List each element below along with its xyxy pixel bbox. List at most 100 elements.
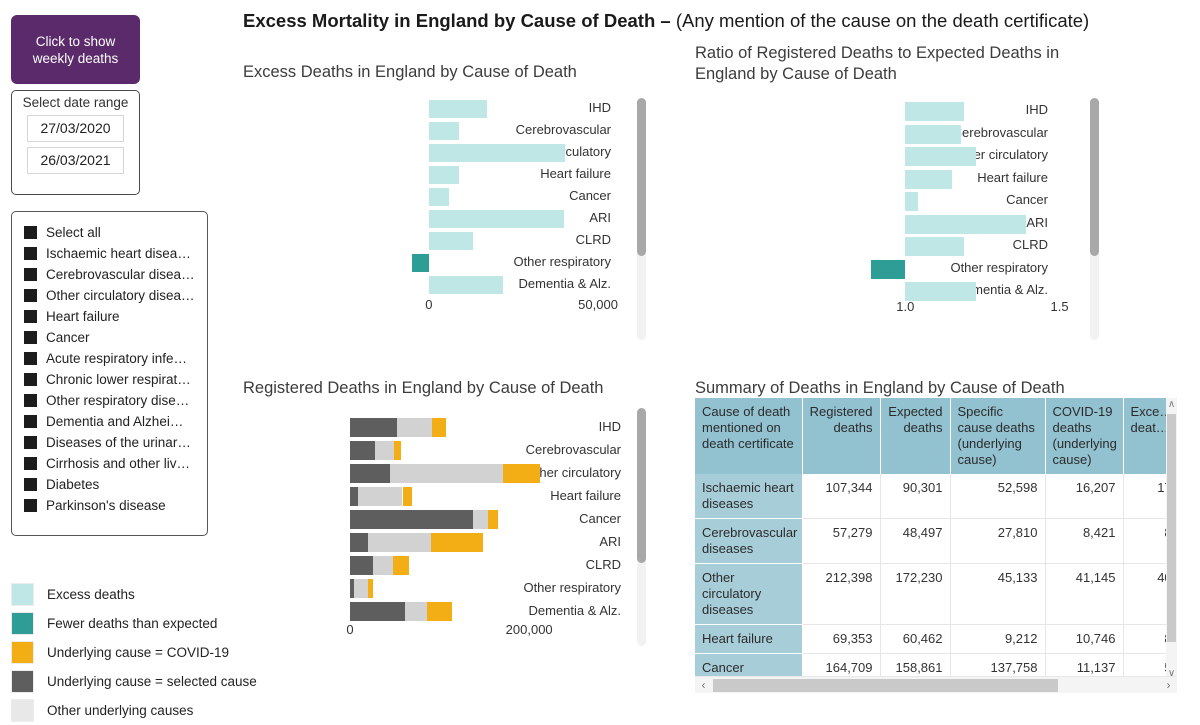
scrollbar-thumb[interactable] [1090,98,1099,256]
chart-bar-segment[interactable] [350,418,398,437]
chart-bar-row: Other respiratory [243,251,653,273]
cause-filter-item[interactable]: Dementia and Alzhei… [12,411,207,432]
cause-filter-item[interactable]: Other circulatory disea… [12,285,207,306]
checkbox-icon[interactable] [24,247,37,260]
chart-bar[interactable] [411,254,429,272]
checkbox-icon[interactable] [24,436,37,449]
chart-bar-segment[interactable] [393,441,402,460]
table-row[interactable]: Heart failure69,35360,4629,21210,7468,8 [695,624,1177,654]
scroll-right-arrow-icon[interactable]: › [1160,677,1177,693]
chart-bar[interactable] [428,166,459,184]
chart-bar-segment[interactable] [487,510,498,529]
col-header-covid[interactable]: COVID-19 deaths (underlying cause) [1045,398,1124,474]
checkbox-icon[interactable] [24,268,37,281]
chart-bar-segment[interactable] [431,418,447,437]
chart-bar[interactable] [905,124,961,144]
scrollbar-thumb[interactable] [1167,414,1176,642]
show-weekly-deaths-button[interactable]: Click to show weekly deaths [11,15,140,84]
summary-table-horizontal-scrollbar[interactable]: ‹ › [695,676,1177,693]
chart-bar-segment[interactable] [350,487,359,506]
cause-filter-item[interactable]: Cancer [12,327,207,348]
scroll-left-arrow-icon[interactable]: ‹ [695,677,712,693]
chart-bar-row: Dementia & Alz. [243,599,653,622]
cause-filter-item[interactable]: Acute respiratory infe… [12,348,207,369]
checkbox-icon[interactable] [24,415,37,428]
chart-bar-segment[interactable] [503,464,541,483]
chart-bar[interactable] [905,102,964,121]
chart-bar-segment[interactable] [350,602,405,621]
chart-bar-segment[interactable] [374,441,394,460]
chart-registered-deaths-scrollbar[interactable] [637,408,646,646]
chart-bar-segment[interactable] [350,510,474,529]
chart-bar-segment[interactable] [350,464,391,483]
chart-bar[interactable] [428,210,565,228]
chart-bar[interactable] [428,100,487,118]
chart-bar-segment[interactable] [404,602,428,621]
table-row[interactable]: Ischaemic heart diseases 107,344 90,301 52,… [695,474,1177,519]
checkbox-icon[interactable] [24,457,37,470]
chart-excess-deaths-scrollbar[interactable] [637,98,646,340]
chart-bar-segment[interactable] [350,533,368,552]
cause-filter-item[interactable]: Diabetes [12,474,207,495]
cause-filter-item[interactable]: Cerebrovascular disea… [12,264,207,285]
cell-cause: Heart failure [695,624,803,654]
cause-filter-item[interactable]: Parkinson's disease [12,495,207,516]
checkbox-icon[interactable] [24,331,37,344]
checkbox-icon[interactable] [24,499,37,512]
chart-bar-segment[interactable] [473,510,488,529]
checkbox-icon[interactable] [24,478,37,491]
chart-bar-segment[interactable] [402,487,413,506]
chart-bar[interactable] [905,169,952,189]
chart-bar-segment[interactable] [350,441,375,460]
chart-bar-segment[interactable] [430,533,484,552]
start-date-field[interactable]: 27/03/2020 [27,115,124,142]
chart-bar-segment[interactable] [397,418,432,437]
chart-bar-segment[interactable] [393,556,410,575]
scrollbar-thumb[interactable] [713,679,1058,692]
cause-filter-item[interactable]: Ischaemic heart disea… [12,243,207,264]
col-header-cause[interactable]: Cause of death mentioned on death certif… [695,398,803,474]
checkbox-icon[interactable] [24,373,37,386]
chart-ratio-scrollbar[interactable] [1090,98,1099,340]
summary-table-vertical-scrollbar[interactable]: ∧ ∨ [1166,398,1177,681]
chart-bar-segment[interactable] [373,556,393,575]
chart-bar-segment[interactable] [390,464,504,483]
chart-bar[interactable] [905,147,977,166]
chart-bar[interactable] [428,188,449,206]
col-header-expected[interactable]: Expected deaths [880,398,951,474]
chart-bar-segment[interactable] [350,556,374,575]
checkbox-icon[interactable] [24,310,37,323]
col-header-registered[interactable]: Registered deaths [802,398,881,474]
checkbox-icon[interactable] [24,394,37,407]
cause-filter-item-label: Cirrhosis and other liv… [46,456,191,471]
col-header-specific[interactable]: Specific cause deaths (underlying cause) [950,398,1046,474]
chart-bar[interactable] [428,144,565,162]
chart-bar[interactable] [905,214,1026,234]
cause-filter-item[interactable]: Other respiratory dise… [12,390,207,411]
checkbox-icon[interactable] [24,289,37,302]
scrollbar-thumb[interactable] [637,408,646,563]
cause-filter-item[interactable]: Diseases of the urinar… [12,432,207,453]
scrollbar-thumb[interactable] [637,98,646,256]
end-date-field[interactable]: 26/03/2021 [27,147,124,174]
chart-bar-segment[interactable] [358,487,403,506]
checkbox-icon[interactable] [24,226,37,239]
cause-filter-item[interactable]: Cirrhosis and other liv… [12,453,207,474]
chart-bar-segment[interactable] [427,602,453,621]
chart-bar-segment[interactable] [353,579,368,598]
scroll-up-arrow-icon[interactable]: ∧ [1166,398,1177,412]
cause-filter-item[interactable]: Chronic lower respirat… [12,369,207,390]
chart-bar-segment[interactable] [367,579,374,598]
chart-bar[interactable] [428,232,473,250]
chart-bar[interactable] [905,237,964,256]
table-row[interactable]: Other circulatory diseases 212,398 172,230… [695,563,1177,625]
chart-bar[interactable] [905,192,918,211]
checkbox-icon[interactable] [24,352,37,365]
chart-bar-segment[interactable] [367,533,431,552]
cause-filter-item[interactable]: Select all [12,222,207,243]
cause-filter-item[interactable]: Heart failure [12,306,207,327]
table-row[interactable]: Cerebrovascular diseases 57,279 48,497 27,8… [695,518,1177,564]
chart-bar[interactable] [871,259,906,279]
chart-bar[interactable] [428,122,459,140]
chart-bar[interactable] [428,276,504,294]
